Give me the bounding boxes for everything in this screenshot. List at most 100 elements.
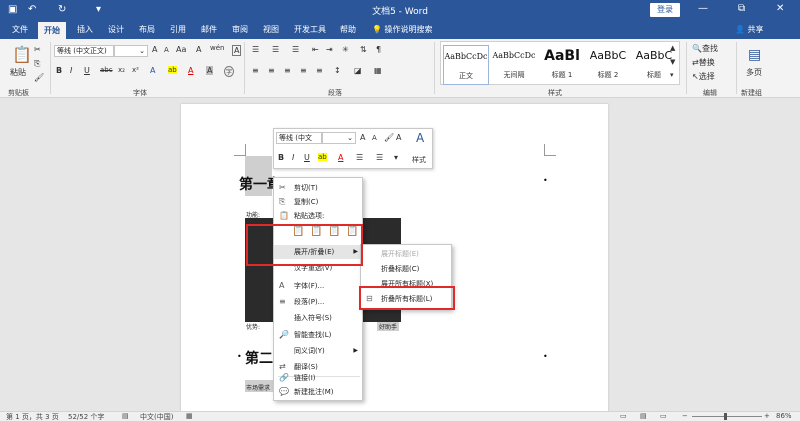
style-no-spacing[interactable]: AaBbCcDc 无间隔 (491, 45, 537, 85)
mini-size-select[interactable]: ⌄ (322, 132, 356, 144)
highlight-icon[interactable]: ab (168, 66, 177, 74)
login-button[interactable]: 登录 (650, 3, 680, 17)
shrink-font-icon[interactable]: A (372, 134, 377, 142)
distributed-icon[interactable]: ≡ (316, 66, 323, 75)
share-button[interactable]: 👤 共享 (735, 24, 764, 35)
chinese-layout-icon[interactable]: ✳ (342, 45, 349, 54)
enclose-char-icon[interactable]: 字 (224, 66, 235, 77)
numbering-icon[interactable]: ☰ (272, 45, 279, 54)
show-marks-icon[interactable]: ¶ (376, 45, 381, 54)
mini-font-select[interactable]: 等线 (中文 (276, 132, 322, 144)
styles-menu-icon[interactable]: ▾ (394, 153, 398, 162)
tab-home[interactable]: 开始 (38, 22, 66, 39)
shrink-font-icon[interactable]: A (164, 46, 169, 54)
format-painter-icon[interactable]: 🖌 (34, 73, 44, 82)
mini-bold-button[interactable]: B (278, 153, 284, 162)
zoom-slider-thumb[interactable] (724, 413, 727, 420)
restore-button[interactable]: ⧉ (738, 3, 745, 14)
multilevel-list-icon[interactable]: ☰ (292, 45, 299, 54)
tab-developer[interactable]: 开发工具 (294, 24, 326, 35)
status-page[interactable]: 第 1 页，共 3 页 (6, 412, 59, 421)
minimize-button[interactable]: — (698, 3, 708, 14)
zoom-out-icon[interactable]: − (682, 412, 688, 420)
align-center-icon[interactable]: ≡ (268, 66, 275, 75)
zoom-level[interactable]: 86% (776, 412, 792, 420)
tab-layout[interactable]: 布局 (139, 24, 155, 35)
font-color-icon[interactable]: A (188, 66, 193, 75)
paste-icon[interactable]: 📋 (12, 45, 32, 64)
tell-me-search[interactable]: 💡 操作说明搜索 (372, 24, 433, 35)
tab-references[interactable]: 引用 (170, 24, 186, 35)
text-market[interactable]: 市场需求 (246, 383, 270, 392)
phonetic-guide-icon[interactable]: wén (210, 44, 224, 52)
mini-underline-button[interactable]: U (304, 153, 310, 162)
bold-button[interactable]: B (56, 66, 62, 75)
format-painter-icon[interactable]: 🖌 (384, 133, 394, 142)
cut-icon[interactable]: ✂ (34, 45, 41, 54)
text-advantage-tail[interactable]: 好助手 (377, 322, 400, 331)
clear-format-icon[interactable]: A (196, 45, 201, 54)
heading-2[interactable]: 第二 (245, 348, 273, 368)
zoom-in-icon[interactable]: + (764, 412, 770, 420)
font-name-select[interactable]: 等线 (中文正文) (54, 45, 114, 57)
read-mode-icon[interactable]: ▭ (620, 412, 627, 420)
tab-help[interactable]: 帮助 (340, 24, 356, 35)
macro-icon[interactable]: ▦ (186, 412, 193, 420)
tab-review[interactable]: 审阅 (232, 24, 248, 35)
italic-button[interactable]: I (70, 66, 72, 75)
line-spacing-icon[interactable]: ↕ (334, 66, 341, 75)
tab-design[interactable]: 设计 (108, 24, 124, 35)
menu-item-font[interactable]: A 字体(F)... (274, 279, 362, 293)
menu-item-smart-lookup[interactable]: 🔎 智能查找(L) (274, 328, 362, 342)
select-button[interactable]: ↖选择 (692, 71, 715, 82)
style-heading-1[interactable]: AaBl 标题 1 (539, 45, 585, 85)
status-language[interactable]: 中文(中国) (140, 412, 173, 421)
tab-insert[interactable]: 插入 (77, 24, 93, 35)
multipage-icon[interactable]: ▤ (748, 47, 761, 63)
proofing-icon[interactable]: ▤ (122, 412, 129, 420)
font-color-icon[interactable]: A (338, 153, 343, 162)
change-case-icon[interactable]: Aa (176, 45, 186, 54)
menu-item-cut[interactable]: ✂ 剪切(T) (274, 181, 362, 195)
web-layout-icon[interactable]: ▭ (660, 412, 667, 420)
menu-item-synonyms[interactable]: 同义词(Y) ▶ (274, 344, 362, 358)
menu-item-link[interactable]: 🔗 链接(I) (274, 371, 362, 385)
sort-icon[interactable]: ⇅ (360, 45, 367, 54)
highlight-icon[interactable]: ab (318, 153, 327, 161)
status-words[interactable]: 52/52 个字 (68, 412, 104, 421)
print-layout-icon[interactable]: ▤ (640, 412, 647, 420)
styles-more-icon[interactable]: ▾ (670, 71, 674, 79)
tab-view[interactable]: 视图 (263, 24, 279, 35)
menu-item-copy[interactable]: ⎘ 复制(C) (274, 195, 362, 209)
decrease-indent-icon[interactable]: ⇤ (312, 45, 319, 54)
styles-scroll-up-icon[interactable]: ▲ (670, 44, 675, 52)
font-size-select[interactable]: ⌄ (114, 45, 148, 57)
replace-button[interactable]: ⇄替换 (692, 57, 715, 68)
underline-button[interactable]: U (84, 66, 90, 75)
paste-button[interactable]: 粘贴 (10, 67, 26, 78)
increase-indent-icon[interactable]: ⇥ (326, 45, 333, 54)
tab-file[interactable]: 文件 (12, 24, 28, 35)
menu-item-new-comment[interactable]: 💬 新建批注(M) (274, 385, 362, 399)
styles-icon[interactable]: A (416, 131, 424, 145)
multipage-button[interactable]: 多页 (746, 67, 762, 78)
style-heading-2[interactable]: AaBbC 标题 2 (585, 45, 631, 85)
bullets-icon[interactable]: ☰ (252, 45, 259, 54)
close-button[interactable]: ✕ (776, 3, 784, 14)
borders-icon[interactable]: ▦ (374, 66, 382, 75)
zoom-slider[interactable] (692, 416, 762, 417)
find-button[interactable]: 🔍查找 (692, 43, 718, 54)
shading-icon[interactable]: ◪ (354, 66, 362, 75)
grow-font-icon[interactable]: A (152, 45, 157, 54)
styles-scroll-down-icon[interactable]: ▼ (670, 58, 675, 66)
submenu-collapse-heading[interactable]: 折叠标题(C) (361, 262, 451, 276)
style-normal[interactable]: AaBbCcDc 正文 (443, 45, 489, 85)
char-border-icon[interactable]: A (232, 45, 242, 56)
bullets-icon[interactable]: ☰ (356, 153, 363, 162)
copy-icon[interactable]: ⎘ (34, 59, 40, 69)
align-right-icon[interactable]: ≡ (284, 66, 291, 75)
subscript-button[interactable]: x₂ (118, 66, 125, 74)
text-advantage[interactable]: 优势: (246, 322, 260, 331)
mini-italic-button[interactable]: I (292, 153, 294, 162)
tab-mailings[interactable]: 邮件 (201, 24, 217, 35)
